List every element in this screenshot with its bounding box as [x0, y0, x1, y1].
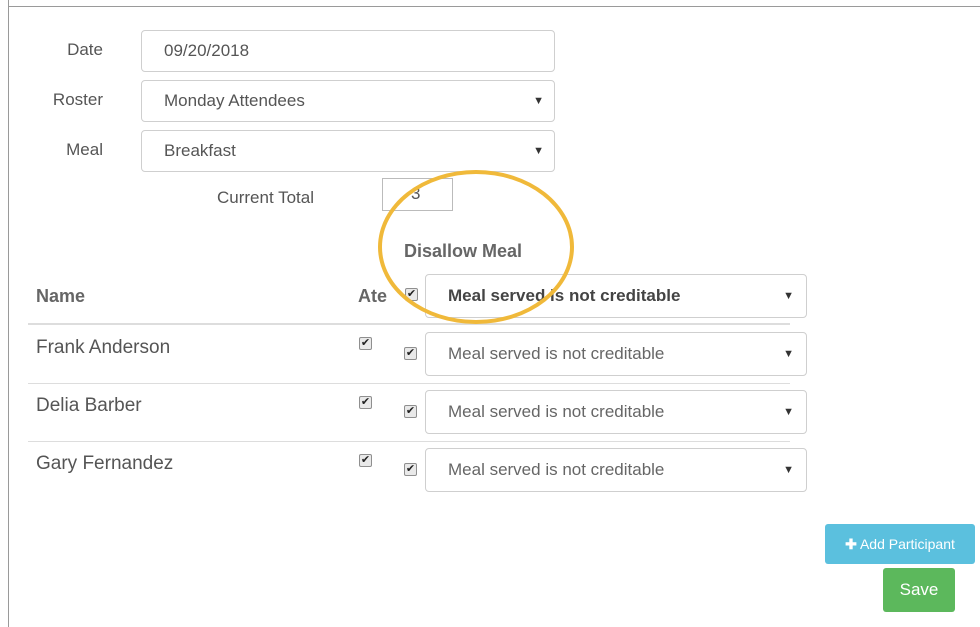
ate-checkbox[interactable]: ✔ [359, 396, 372, 409]
header-divider [28, 323, 790, 325]
disallow-reason-select[interactable]: Meal served is not creditable ▼ [425, 332, 807, 376]
plus-icon: ✚ [845, 536, 857, 552]
row-divider [28, 383, 790, 384]
roster-select-value: Monday Attendees [164, 91, 305, 110]
chevron-down-icon: ▼ [783, 348, 794, 360]
column-header-ate: Ate [358, 286, 388, 306]
participant-name: Gary Fernandez [36, 453, 174, 474]
date-input[interactable]: 09/20/2018 [141, 30, 555, 72]
save-button[interactable]: Save [883, 568, 955, 612]
meal-select-value: Breakfast [164, 141, 236, 160]
ate-checkbox[interactable]: ✔ [359, 454, 372, 467]
window-border-top [8, 6, 980, 7]
meal-label: Meal [66, 140, 103, 159]
chevron-down-icon: ▼ [783, 290, 794, 302]
disallow-reason-select[interactable]: Meal served is not creditable ▼ [425, 390, 807, 434]
checkmark-icon: ✔ [405, 347, 416, 359]
chevron-down-icon: ▼ [533, 145, 544, 157]
roster-label: Roster [52, 90, 103, 109]
checkmark-icon: ✔ [360, 396, 371, 408]
disallow-reason-value: Meal served is not creditable [448, 460, 665, 479]
row-divider [28, 441, 790, 442]
column-header-name: Name [36, 286, 86, 306]
chevron-down-icon: ▼ [783, 464, 794, 476]
disallow-checkbox[interactable]: ✔ [404, 405, 417, 418]
checkmark-icon: ✔ [405, 405, 416, 417]
roster-select[interactable]: Monday Attendees ▼ [141, 80, 555, 122]
chevron-down-icon: ▼ [783, 406, 794, 418]
window-border-left [8, 0, 9, 627]
highlight-circle-annotation [378, 170, 574, 324]
disallow-reason-value: Meal served is not creditable [448, 402, 665, 421]
disallow-reason-select[interactable]: Meal served is not creditable ▼ [425, 448, 807, 492]
disallow-checkbox[interactable]: ✔ [404, 463, 417, 476]
ate-checkbox[interactable]: ✔ [359, 337, 372, 350]
participant-name: Delia Barber [36, 395, 142, 416]
checkmark-icon: ✔ [360, 337, 371, 349]
add-participant-button[interactable]: ✚ Add Participant [825, 524, 975, 564]
meal-select[interactable]: Breakfast ▼ [141, 130, 555, 172]
checkmark-icon: ✔ [405, 463, 416, 475]
disallow-checkbox[interactable]: ✔ [404, 347, 417, 360]
checkmark-icon: ✔ [360, 454, 371, 466]
date-label: Date [67, 40, 103, 59]
current-total-label: Current Total [216, 188, 314, 207]
add-participant-label: Add Participant [859, 536, 955, 552]
chevron-down-icon: ▼ [533, 95, 544, 107]
participant-name: Frank Anderson [36, 337, 171, 358]
disallow-reason-value: Meal served is not creditable [448, 344, 665, 363]
